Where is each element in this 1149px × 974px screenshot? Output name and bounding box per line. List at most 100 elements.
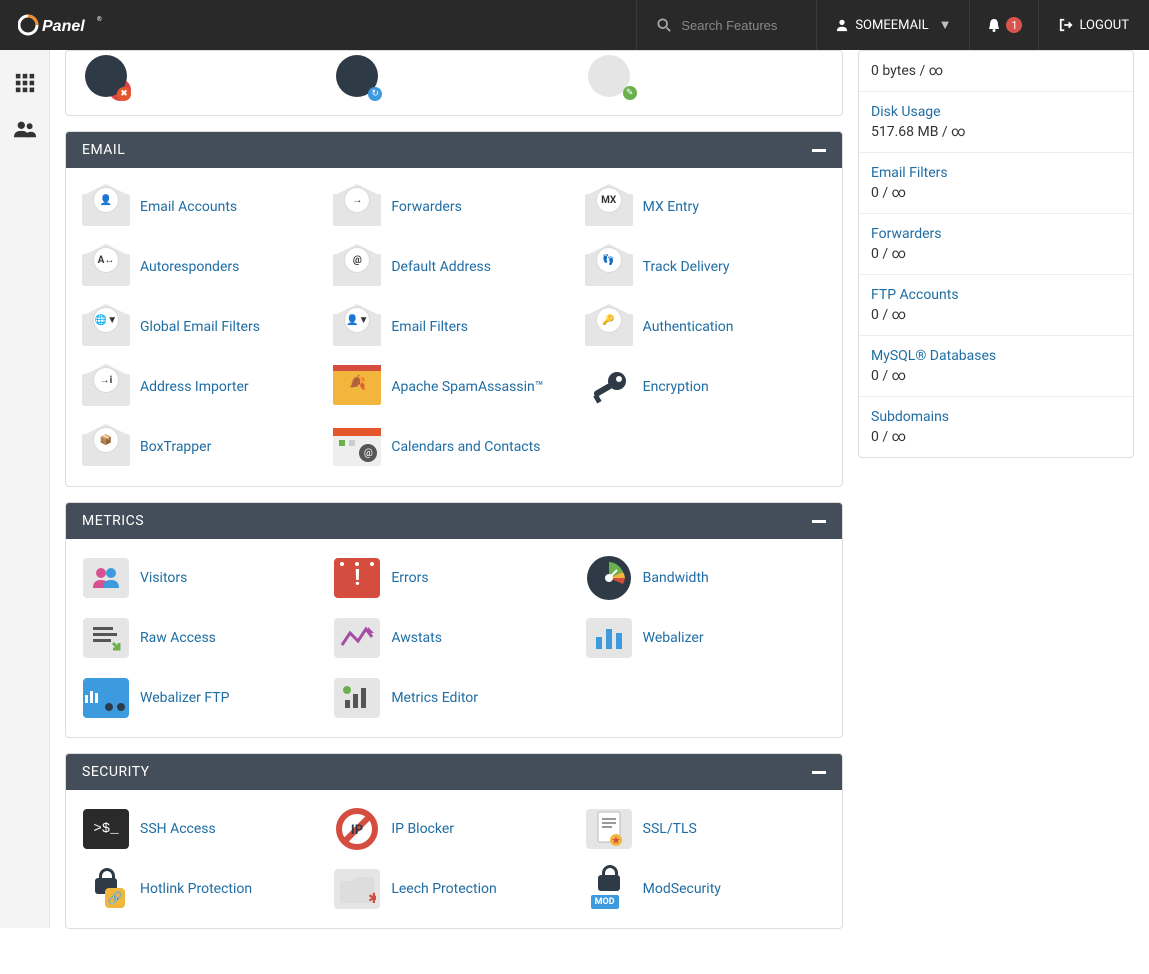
- stat-label[interactable]: FTP Accounts: [871, 287, 1121, 303]
- security-item[interactable]: SSL/TLS: [585, 804, 826, 854]
- security-item-label: ModSecurity: [643, 881, 721, 897]
- panel-email-header[interactable]: EMAIL: [66, 132, 842, 168]
- envelope-icon: →i: [82, 374, 130, 406]
- email-item-label: Global Email Filters: [140, 319, 260, 335]
- panel-email-title: EMAIL: [82, 142, 125, 158]
- email-item-label: Track Delivery: [643, 259, 730, 275]
- security-item[interactable]: ✱ Leech Protection: [333, 864, 574, 914]
- stat-label[interactable]: Disk Usage: [871, 104, 1121, 120]
- security-item[interactable]: IP IP Blocker: [333, 804, 574, 854]
- security-item-icon: 🔗: [82, 869, 130, 909]
- email-item[interactable]: 🔑 Authentication: [585, 302, 826, 352]
- email-item-icon: [585, 367, 633, 407]
- envelope-icon: A↔: [82, 254, 130, 286]
- metrics-item-icon: !: [333, 558, 381, 598]
- metrics-item[interactable]: Raw Access: [82, 613, 323, 663]
- stat-value: 517.68 MB / ∞: [871, 124, 1121, 140]
- stat-row: Disk Usage 517.68 MB / ∞: [859, 92, 1133, 153]
- email-item-icon: →: [333, 187, 381, 227]
- cpanel-logo[interactable]: Panel ®: [0, 0, 120, 50]
- envelope-icon: 👤: [82, 194, 130, 226]
- security-item-icon: MOD: [585, 869, 633, 909]
- prev-item[interactable]: ✎: [585, 51, 826, 101]
- calendar-icon: @: [333, 428, 381, 466]
- email-item[interactable]: →i Address Importer: [82, 362, 323, 412]
- email-item[interactable]: 👤▼ Email Filters: [333, 302, 574, 352]
- email-item-label: Forwarders: [391, 199, 461, 215]
- email-item-label: Apache SpamAssassin™: [391, 379, 543, 395]
- email-item[interactable]: → Forwarders: [333, 182, 574, 232]
- search-wrap: [636, 0, 816, 50]
- metrics-item[interactable]: Webalizer FTP: [82, 673, 323, 723]
- panel-security: SECURITY >$_ SSH Access IP IP Blocker SS…: [65, 753, 843, 929]
- email-item[interactable]: @ Default Address: [333, 242, 574, 292]
- metrics-item-icon: [82, 618, 130, 658]
- security-item[interactable]: 🔗 Hotlink Protection: [82, 864, 323, 914]
- email-item[interactable]: MX MX Entry: [585, 182, 826, 232]
- rail-apps-button[interactable]: [0, 60, 50, 106]
- metrics-item[interactable]: Visitors: [82, 553, 323, 603]
- stat-label[interactable]: Email Filters: [871, 165, 1121, 181]
- security-item-icon: ✱: [333, 869, 381, 909]
- email-item[interactable]: 🍂 Apache SpamAssassin™: [333, 362, 574, 412]
- email-item-label: Address Importer: [140, 379, 249, 395]
- email-item-icon: @: [333, 247, 381, 287]
- stat-label[interactable]: Subdomains: [871, 409, 1121, 425]
- stat-value: 0 / ∞: [871, 429, 1121, 445]
- stat-label[interactable]: Forwarders: [871, 226, 1121, 242]
- logout-button[interactable]: LOGOUT: [1038, 0, 1149, 50]
- security-item[interactable]: >$_ SSH Access: [82, 804, 323, 854]
- main-right-column: 0 bytes / ∞ Disk Usage 517.68 MB / ∞ Ema…: [858, 50, 1134, 458]
- email-item-label: Calendars and Contacts: [391, 439, 540, 455]
- metrics-item-label: Errors: [391, 570, 428, 586]
- notifications-button[interactable]: 1: [969, 0, 1038, 50]
- email-item[interactable]: 👣 Track Delivery: [585, 242, 826, 292]
- email-item[interactable]: 📦 BoxTrapper: [82, 422, 323, 472]
- stat-row: Email Filters 0 / ∞: [859, 153, 1133, 214]
- metrics-item[interactable]: Metrics Editor: [333, 673, 574, 723]
- metrics-item-icon: [585, 618, 633, 658]
- spamassassin-icon: 🍂: [333, 369, 381, 405]
- prev-item[interactable]: ↻: [333, 51, 574, 101]
- email-item[interactable]: @ Calendars and Contacts: [333, 422, 574, 472]
- panel-metrics-header[interactable]: METRICS: [66, 503, 842, 539]
- collapse-icon: [812, 149, 826, 152]
- panel-security-title: SECURITY: [82, 764, 150, 780]
- panel-security-header[interactable]: SECURITY: [66, 754, 842, 790]
- stat-value: 0 bytes / ∞: [871, 63, 1121, 79]
- search-input[interactable]: [681, 18, 801, 33]
- stat-row: FTP Accounts 0 / ∞: [859, 275, 1133, 336]
- stat-label[interactable]: MySQL® Databases: [871, 348, 1121, 364]
- cpanel-logo-icon: Panel ®: [18, 13, 108, 37]
- metrics-item[interactable]: Awstats: [333, 613, 574, 663]
- metrics-item[interactable]: Bandwidth: [585, 553, 826, 603]
- email-item[interactable]: 🌐▼ Global Email Filters: [82, 302, 323, 352]
- email-item-label: Autoresponders: [140, 259, 239, 275]
- svg-text:✱: ✱: [368, 891, 376, 905]
- stat-value: 0 / ∞: [871, 246, 1121, 262]
- stat-value: 0 / ∞: [871, 185, 1121, 201]
- envelope-icon: @: [333, 254, 381, 286]
- stats-panel: 0 bytes / ∞ Disk Usage 517.68 MB / ∞ Ema…: [858, 50, 1134, 458]
- metrics-item-icon: [333, 678, 381, 718]
- metrics-item[interactable]: ! Errors: [333, 553, 574, 603]
- metrics-item-icon: [333, 618, 381, 658]
- bell-icon: [986, 17, 1002, 33]
- stat-value: 0 / ∞: [871, 368, 1121, 384]
- panel-metrics-body: Visitors ! Errors Bandwidth Raw Access A…: [66, 539, 842, 737]
- prev-item[interactable]: ✖: [82, 51, 323, 101]
- email-item[interactable]: A↔ Autoresponders: [82, 242, 323, 292]
- metrics-item-icon: [585, 558, 633, 598]
- email-item-icon: →i: [82, 367, 130, 407]
- email-item-label: Email Filters: [391, 319, 468, 335]
- envelope-icon: 🔑: [585, 314, 633, 346]
- rail-users-button[interactable]: [0, 106, 50, 152]
- email-item[interactable]: 👤 Email Accounts: [82, 182, 323, 232]
- metrics-item-label: Metrics Editor: [391, 690, 478, 706]
- user-menu[interactable]: SOMEEMAIL ▼: [816, 0, 969, 50]
- email-item[interactable]: Encryption: [585, 362, 826, 412]
- svg-text:Panel: Panel: [42, 18, 85, 35]
- envelope-icon: 👤▼: [333, 314, 381, 346]
- metrics-item[interactable]: Webalizer: [585, 613, 826, 663]
- security-item[interactable]: MOD ModSecurity: [585, 864, 826, 914]
